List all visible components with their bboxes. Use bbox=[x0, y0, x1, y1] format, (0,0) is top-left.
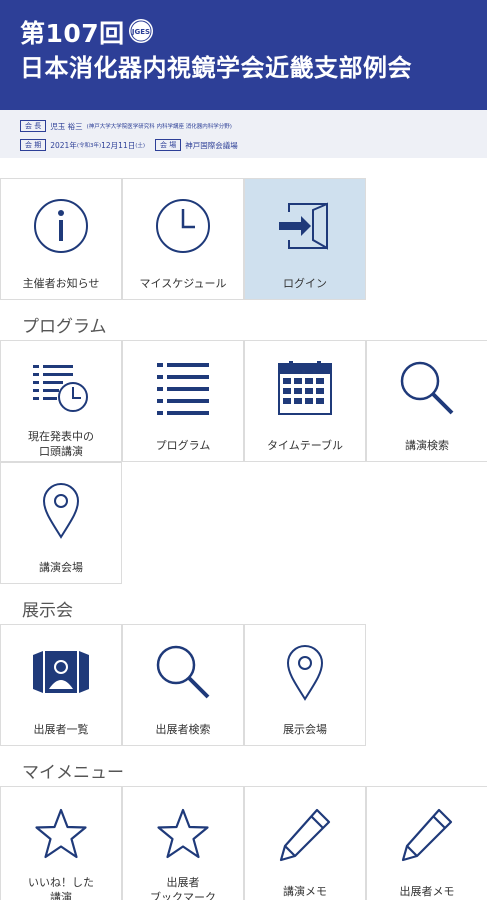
tile-label-line1: いいね！した bbox=[28, 876, 94, 889]
pencil-icon bbox=[367, 801, 487, 867]
tile-current-talk[interactable]: 現在発表中の 口頭講演 bbox=[0, 340, 122, 462]
tile-my-schedule[interactable]: マイスケジュール bbox=[122, 178, 244, 300]
tile-lecture-memo[interactable]: 講演メモ bbox=[244, 786, 366, 900]
tile-label: マイスケジュール bbox=[139, 277, 227, 290]
app-header: 第107回 JGES 日本消化器内視鏡学会近畿支部例会 bbox=[0, 0, 487, 110]
tile-login[interactable]: ログイン bbox=[244, 178, 366, 300]
pencil-icon bbox=[245, 801, 365, 867]
tile-label: 出展者 ブックマーク bbox=[125, 875, 241, 900]
tile-organizer-notice[interactable]: 主催者お知らせ bbox=[0, 178, 122, 300]
logo-text: JGES bbox=[131, 28, 150, 36]
president-tag: 会 長 bbox=[20, 120, 47, 132]
calendar-icon bbox=[245, 355, 365, 421]
list-icon bbox=[123, 355, 243, 421]
tile-timetable[interactable]: タイムテーブル bbox=[244, 340, 366, 462]
tile-lecture-search[interactable]: 講演検索 bbox=[366, 340, 487, 462]
tile-label: 現在発表中の 口頭講演 bbox=[3, 429, 119, 459]
event-title: 日本消化器内視鏡学会近畿支部例会 bbox=[20, 54, 412, 82]
tile-label: 出展者メモ bbox=[399, 885, 455, 898]
section-mymenu-title: マイメニュー bbox=[22, 763, 124, 783]
clock-icon bbox=[123, 193, 243, 259]
date-weekday: (土) bbox=[135, 143, 146, 149]
tile-label: 主催者お知らせ bbox=[22, 277, 100, 290]
date-venue-row: 会 期 2021年 (令和3年) 12月11日 (土) 会 場 神戸国際会議場 bbox=[20, 137, 242, 153]
tile-label: 講演検索 bbox=[405, 439, 449, 452]
tile-exhibitor-search[interactable]: 出展者検索 bbox=[122, 624, 244, 746]
map-pin-icon bbox=[1, 477, 121, 543]
tile-label: 出展者一覧 bbox=[33, 723, 89, 736]
society-logo-icon: JGES bbox=[128, 18, 154, 44]
search-icon bbox=[123, 639, 243, 705]
tile-label-line1: 出展者 bbox=[166, 876, 200, 889]
tile-exhibition-venue[interactable]: 展示会場 bbox=[244, 624, 366, 746]
tile-label: タイムテーブル bbox=[266, 439, 344, 452]
tile-label: いいね！した 講演 bbox=[3, 875, 119, 900]
date-era-note: (令和3年) bbox=[76, 143, 102, 149]
tile-label: 展示会場 bbox=[283, 723, 327, 736]
president-affiliation: (神戸大学大学院医学研究科 内科学講座 消化器内科学分野) bbox=[86, 124, 232, 130]
venue-tag: 会 場 bbox=[155, 139, 182, 151]
tile-liked-lectures[interactable]: いいね！した 講演 bbox=[0, 786, 122, 900]
tile-label-line1: 現在発表中の bbox=[28, 430, 94, 443]
star-icon bbox=[123, 801, 243, 867]
tile-program[interactable]: プログラム bbox=[122, 340, 244, 462]
exhibitor-icon bbox=[1, 639, 121, 705]
date-tag: 会 期 bbox=[20, 139, 47, 151]
venue-value: 神戸国際会議場 bbox=[185, 140, 238, 150]
tile-lecture-venue[interactable]: 講演会場 bbox=[0, 462, 122, 584]
tile-label: プログラム bbox=[155, 439, 211, 452]
tile-exhibitor-list[interactable]: 出展者一覧 bbox=[0, 624, 122, 746]
search-icon bbox=[367, 355, 487, 421]
date-year: 2021年 bbox=[50, 140, 77, 150]
tile-label: 講演メモ bbox=[283, 885, 327, 898]
section-exhibition-title: 展示会 bbox=[22, 601, 73, 621]
tile-label-line2: ブックマーク bbox=[150, 891, 216, 900]
event-number: 第107回 bbox=[20, 19, 125, 48]
tile-exhibitor-bookmark[interactable]: 出展者 ブックマーク bbox=[122, 786, 244, 900]
president-name: 児玉 裕三 bbox=[50, 121, 83, 131]
tile-exhibitor-memo[interactable]: 出展者メモ bbox=[366, 786, 487, 900]
tile-label-line2: 口頭講演 bbox=[39, 445, 83, 458]
event-info: 会 長 児玉 裕三 (神戸大学大学院医学研究科 内科学講座 消化器内科学分野) … bbox=[0, 110, 487, 158]
tile-label: ログイン bbox=[283, 277, 327, 290]
tile-label: 出展者検索 bbox=[155, 723, 211, 736]
tile-label: 講演会場 bbox=[39, 561, 83, 574]
info-icon bbox=[1, 193, 121, 259]
tile-label-line2: 講演 bbox=[50, 891, 72, 900]
map-pin-icon bbox=[245, 639, 365, 705]
section-program-title: プログラム bbox=[22, 317, 107, 337]
date-day-value: 12月11日 bbox=[101, 140, 136, 150]
login-icon bbox=[245, 193, 365, 259]
current-talk-icon bbox=[1, 355, 121, 421]
star-icon bbox=[1, 801, 121, 867]
president-row: 会 長 児玉 裕三 (神戸大学大学院医学研究科 内科学講座 消化器内科学分野) bbox=[20, 118, 238, 134]
